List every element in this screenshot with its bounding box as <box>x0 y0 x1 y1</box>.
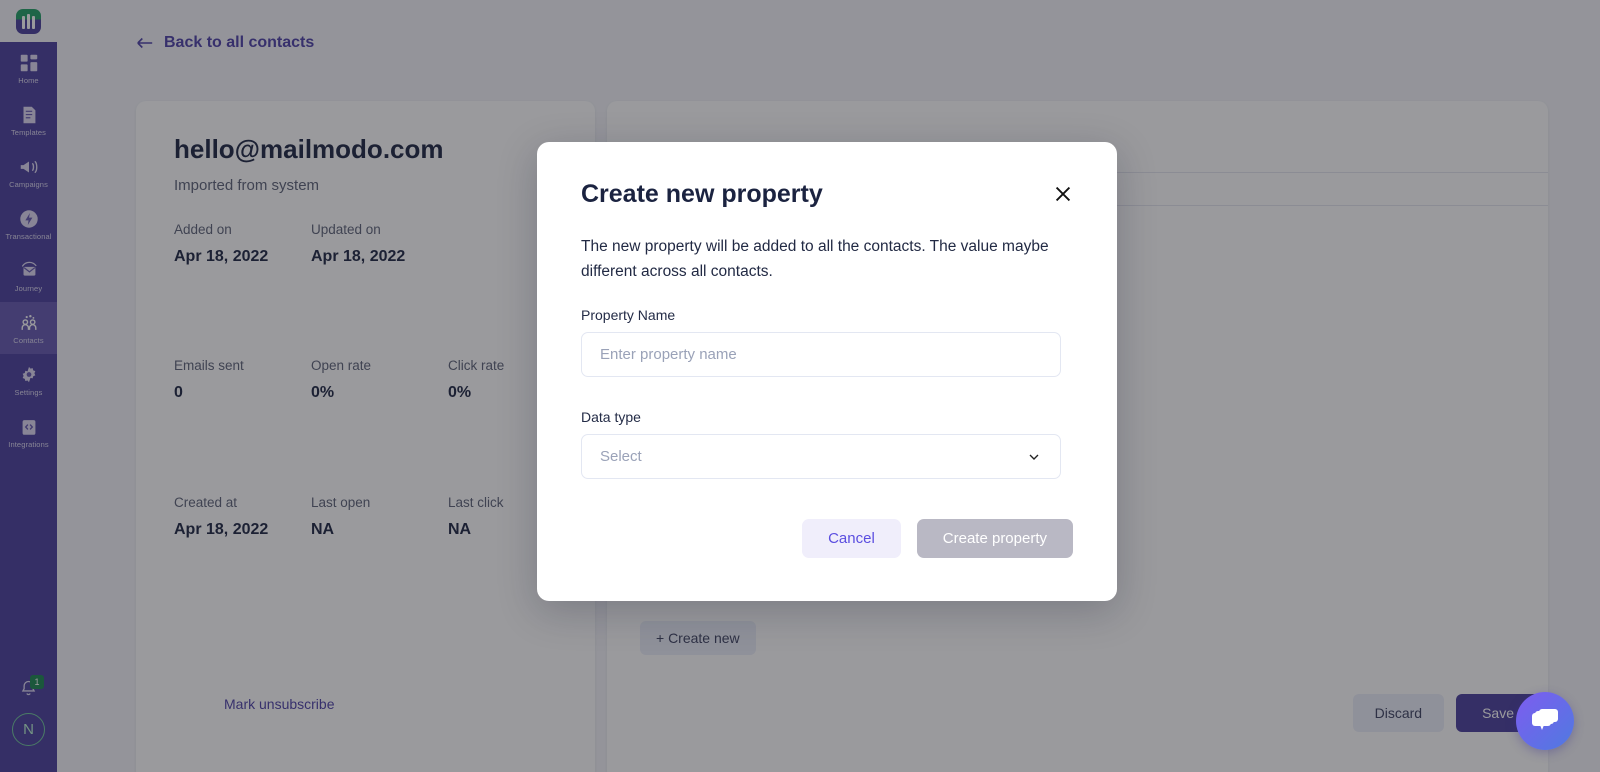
close-icon[interactable] <box>1049 180 1077 208</box>
property-name-label: Property Name <box>581 307 676 323</box>
chevron-down-icon <box>1029 454 1039 460</box>
data-type-select[interactable]: Select <box>581 434 1061 479</box>
app-root: Home Templates Campaigns Transactional J… <box>0 0 1600 772</box>
create-property-button[interactable]: Create property <box>916 519 1073 558</box>
data-type-label: Data type <box>581 409 641 425</box>
modal-footer: Cancel Create property <box>802 519 1073 558</box>
modal-description: The new property will be added to all th… <box>581 238 1049 280</box>
property-name-placeholder: Enter property name <box>600 346 737 363</box>
create-new-property-modal: Create new property The new property wil… <box>537 142 1117 601</box>
property-name-input[interactable]: Enter property name <box>581 332 1061 377</box>
chat-widget-button[interactable] <box>1516 692 1574 750</box>
data-type-value: Select <box>600 448 642 465</box>
modal-title: Create new property <box>581 180 823 208</box>
chat-bubbles-icon <box>1532 709 1558 730</box>
cancel-button[interactable]: Cancel <box>802 519 901 558</box>
